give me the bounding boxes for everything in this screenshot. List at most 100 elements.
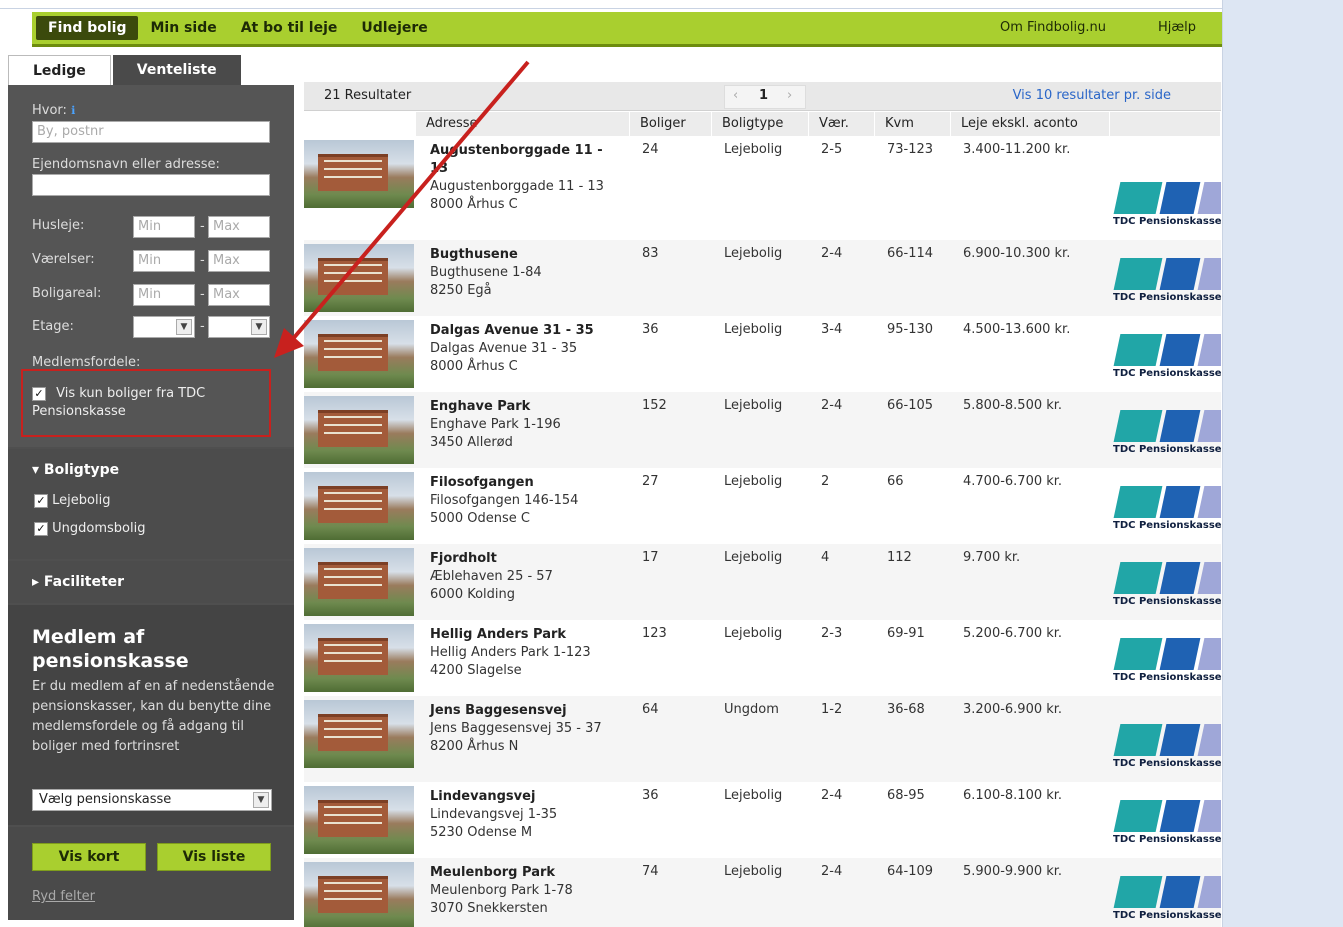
- logo-bar: [1159, 486, 1201, 518]
- th-leje[interactable]: Leje ekskl. aconto: [951, 112, 1110, 136]
- window-shape: [324, 416, 382, 418]
- property-photo[interactable]: [304, 862, 414, 927]
- prev-page-icon[interactable]: ‹: [733, 88, 738, 103]
- th-boligtype[interactable]: Boligtype: [712, 112, 809, 136]
- info-icon[interactable]: ℹ: [71, 104, 75, 117]
- address-cell[interactable]: Enghave Park Enghave Park 1-196 3450 Aller…: [430, 398, 620, 452]
- property-name[interactable]: Lindevangsvej: [430, 788, 620, 806]
- husleje-min-input[interactable]: Min: [133, 216, 195, 238]
- table-row[interactable]: Dalgas Avenue 31 - 35 Dalgas Avenue 31 - …: [304, 316, 1221, 392]
- property-photo[interactable]: [304, 700, 414, 768]
- results-per-page-link[interactable]: Vis 10 resultater pr. side: [1013, 88, 1171, 103]
- checkbox-checked-icon[interactable]: ✓: [34, 493, 48, 508]
- property-name[interactable]: Fjordholt: [430, 550, 620, 568]
- property-photo[interactable]: [304, 472, 414, 540]
- property-name[interactable]: Hellig Anders Park: [430, 626, 620, 644]
- pension-select[interactable]: Vælg pensionskasse ▼: [32, 789, 272, 811]
- address-cell[interactable]: Dalgas Avenue 31 - 35 Dalgas Avenue 31 - …: [430, 322, 620, 376]
- leje-cell: 5.900-9.900 kr.: [963, 864, 1063, 879]
- property-photo[interactable]: [304, 140, 414, 208]
- kvm-cell: 64-109: [887, 864, 934, 879]
- vaerelser-max-input[interactable]: Max: [208, 250, 270, 272]
- lejebolig-option[interactable]: ✓ Lejebolig: [34, 493, 110, 508]
- vis-kort-button[interactable]: Vis kort: [32, 843, 146, 871]
- property-name[interactable]: Meulenborg Park: [430, 864, 620, 882]
- logo-bar: [1113, 258, 1163, 290]
- boligareal-max-input[interactable]: Max: [208, 284, 270, 306]
- leje-cell: 6.900-10.300 kr.: [963, 246, 1071, 261]
- nav-hjaelp[interactable]: Hjælp: [1132, 16, 1222, 40]
- property-name[interactable]: Filosofgangen: [430, 474, 620, 492]
- property-photo[interactable]: [304, 320, 414, 388]
- table-row[interactable]: Bugthusene Bugthusene 1-84 8250 Egå 83 Lejeb…: [304, 240, 1221, 316]
- table-row[interactable]: Filosofgangen Filosofgangen 146-154 5000 O…: [304, 468, 1221, 544]
- address-cell[interactable]: Hellig Anders Park Hellig Anders Park 1-1…: [430, 626, 620, 680]
- ryd-felter-link[interactable]: Ryd felter: [32, 889, 95, 904]
- table-row[interactable]: Hellig Anders Park Hellig Anders Park 1-1…: [304, 620, 1221, 696]
- window-shape: [324, 644, 382, 646]
- tab-venteliste[interactable]: Venteliste: [112, 55, 241, 85]
- etage-min-select[interactable]: ▼: [133, 316, 195, 338]
- tdc-only-option[interactable]: ✓ Vis kun boliger fra TDC Pensionskasse: [32, 385, 262, 421]
- tdc-pensionskasse-logo: TDC Pensionskasse: [1111, 876, 1221, 927]
- table-row[interactable]: Augustenborggade 11 - 13 Augustenborggade…: [304, 136, 1221, 240]
- logo-text: TDC Pensionskasse: [1113, 368, 1221, 379]
- pension-title: Medlem af pensionskasse: [32, 626, 189, 672]
- property-photo[interactable]: [304, 548, 414, 616]
- table-row[interactable]: Fjordholt Æblehaven 25 - 57 6000 Kolding 17…: [304, 544, 1221, 620]
- vaer-cell: 2-5: [821, 142, 843, 157]
- th-vaer[interactable]: Vær.: [809, 112, 875, 136]
- property-name[interactable]: Jens Baggesensvej: [430, 702, 620, 720]
- table-row[interactable]: Enghave Park Enghave Park 1-196 3450 Aller…: [304, 392, 1221, 468]
- hvor-input[interactable]: By, postnr: [32, 121, 270, 143]
- th-boliger[interactable]: Boliger: [630, 112, 712, 136]
- page-number[interactable]: 1: [759, 88, 768, 103]
- th-adresse[interactable]: Adresse: [416, 112, 630, 136]
- property-name[interactable]: Dalgas Avenue 31 - 35: [430, 322, 620, 340]
- nav-om-findbolig[interactable]: Om Findbolig.nu: [974, 16, 1132, 40]
- nav-udlejere[interactable]: Udlejere: [349, 16, 439, 40]
- table-row[interactable]: Meulenborg Park Meulenborg Park 1-78 3070 …: [304, 858, 1221, 927]
- triangle-down-icon: ▾: [32, 462, 40, 478]
- property-photo[interactable]: [304, 624, 414, 692]
- address-cell[interactable]: Fjordholt Æblehaven 25 - 57 6000 Kolding: [430, 550, 620, 604]
- address-cell[interactable]: Jens Baggesensvej Jens Baggesensvej 35 - …: [430, 702, 620, 756]
- table-header: Adresse Boliger Boligtype Vær. Kvm Leje …: [304, 112, 1221, 136]
- address-cell[interactable]: Lindevangsvej Lindevangsvej 1-35 5230 Oden…: [430, 788, 620, 842]
- ungdomsbolig-option[interactable]: ✓ Ungdomsbolig: [34, 521, 145, 536]
- etage-label: Etage:: [32, 319, 74, 334]
- vaerelser-min-input[interactable]: Min: [133, 250, 195, 272]
- nav-find-bolig[interactable]: Find bolig: [36, 16, 139, 40]
- faciliteter-header[interactable]: ▸ Faciliteter: [32, 574, 124, 590]
- nav-min-side[interactable]: Min side: [138, 16, 228, 40]
- th-kvm[interactable]: Kvm: [875, 112, 951, 136]
- etage-max-select[interactable]: ▼: [208, 316, 270, 338]
- husleje-max-input[interactable]: Max: [208, 216, 270, 238]
- tab-ledige[interactable]: Ledige: [8, 55, 111, 86]
- property-name[interactable]: Bugthusene: [430, 246, 620, 264]
- checkbox-checked-icon[interactable]: ✓: [32, 386, 46, 401]
- table-row[interactable]: Lindevangsvej Lindevangsvej 1-35 5230 Oden…: [304, 782, 1221, 858]
- action-section: Vis kort Vis liste Ryd felter: [8, 827, 294, 920]
- address-cell[interactable]: Augustenborggade 11 - 13 Augustenborggade…: [430, 142, 620, 214]
- address-cell[interactable]: Meulenborg Park Meulenborg Park 1-78 3070 …: [430, 864, 620, 918]
- property-photo[interactable]: [304, 786, 414, 854]
- property-name[interactable]: Augustenborggade 11 - 13: [430, 142, 620, 178]
- nav-at-bo-til-leje[interactable]: At bo til leje: [229, 16, 350, 40]
- vis-liste-button[interactable]: Vis liste: [157, 843, 271, 871]
- table-row[interactable]: Jens Baggesensvej Jens Baggesensvej 35 - …: [304, 696, 1221, 782]
- street-address: Æblehaven 25 - 57: [430, 569, 553, 584]
- boligtype-header[interactable]: ▾ Boligtype: [32, 462, 119, 478]
- ejendom-input[interactable]: [32, 174, 270, 196]
- checkbox-checked-icon[interactable]: ✓: [34, 521, 48, 536]
- boligareal-min-input[interactable]: Min: [133, 284, 195, 306]
- property-photo[interactable]: [304, 244, 414, 312]
- address-cell[interactable]: Filosofgangen Filosofgangen 146-154 5000 O…: [430, 474, 620, 528]
- tdc-pensionskasse-logo: TDC Pensionskasse: [1111, 562, 1221, 614]
- postal-city: 8250 Egå: [430, 283, 492, 298]
- window-shape: [324, 160, 382, 162]
- property-photo[interactable]: [304, 396, 414, 464]
- next-page-icon[interactable]: ›: [787, 88, 792, 103]
- address-cell[interactable]: Bugthusene Bugthusene 1-84 8250 Egå: [430, 246, 620, 300]
- property-name[interactable]: Enghave Park: [430, 398, 620, 416]
